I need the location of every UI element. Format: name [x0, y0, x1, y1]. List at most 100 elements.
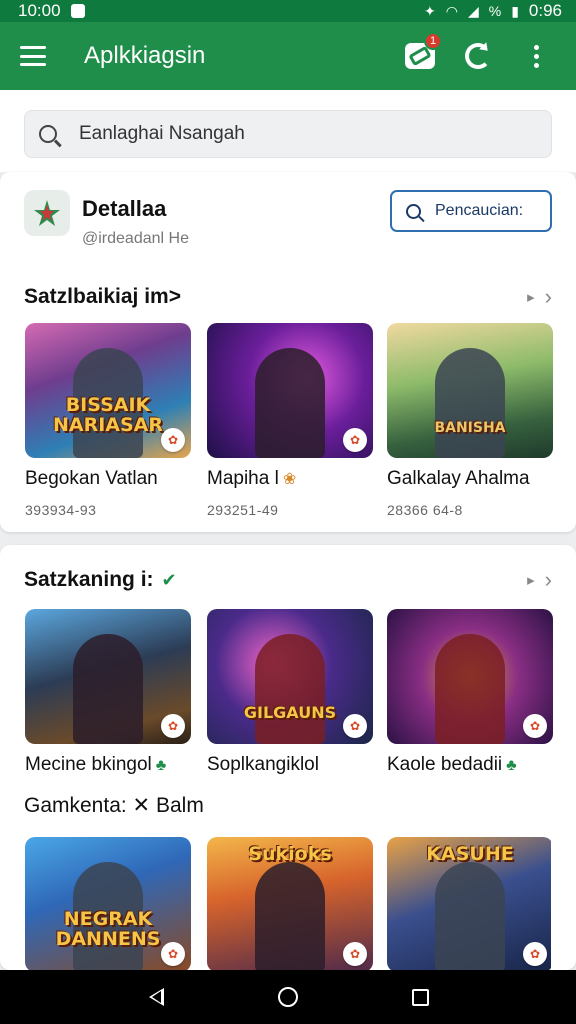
app-row: ✿ Mecine bkingol ♣ GILGAUNS ✿ Soplkangikl… — [25, 609, 553, 779]
app-tile[interactable]: NEGRAK DANNENS ✿ — [25, 837, 191, 972]
artwork-logo-text: NEGRAK DANNENS — [55, 908, 161, 951]
app-name-row: Mapiha l ❀ — [207, 468, 373, 490]
hero-figure — [73, 634, 143, 744]
status-bar: 10:00 ✦ ◠ ◢ % ▮ 0:96 — [0, 0, 576, 22]
hero-figure — [435, 634, 505, 744]
app-downloads: 28366 64-8 — [387, 502, 463, 518]
hero-figure — [255, 348, 325, 458]
app-artwork: NEGRAK DANNENS ✿ — [25, 837, 191, 972]
chevron-right-icon: › — [544, 567, 552, 592]
artwork-logo-text: BISSAIK NARIASAR — [52, 394, 164, 437]
app-downloads: 293251-49 — [207, 502, 279, 518]
app-name: Mecine bkingol — [25, 754, 152, 775]
status-left: 10:00 — [18, 1, 85, 21]
artwork-logo-text: BANISHA — [434, 420, 506, 437]
app-artwork: GILGAUNS ✿ — [207, 609, 373, 744]
app-tile[interactable]: ✿ Mapiha l ❀ 293251-49 — [207, 323, 373, 518]
section-title: Gamkenta: ✕ Balm — [24, 793, 204, 817]
app-name: Kaole bedadii — [387, 754, 503, 775]
app-mark-icon: ❀ — [282, 471, 297, 488]
app-corner-icon: ✿ — [343, 428, 367, 452]
app-tile[interactable]: ✿ Kaole bedadii ♣ — [387, 609, 553, 776]
wifi-icon: ◠ — [445, 2, 458, 19]
section-header: Satzlbaikiaj im> ▸ › — [24, 282, 552, 312]
app-artwork: BISSAIK NARIASAR ✿ — [25, 323, 191, 458]
recents-button[interactable] — [400, 977, 440, 1017]
section-title: Satzkaning i: — [24, 568, 154, 591]
artwork-logo-text: Sukioks — [248, 843, 332, 865]
more-label: ▸ — [527, 289, 535, 306]
app-name: Soplkangiklol — [207, 754, 319, 775]
app-mark-icon: ♣ — [155, 757, 167, 774]
games-card: Satzkaning i: ✔ ▸ › ✿ Mecine bkingol ♣ GI… — [0, 545, 576, 972]
app-row: BISSAIK NARIASAR ✿ Begokan Vatlan 393934… — [25, 323, 553, 518]
app-artwork: ✿ — [387, 609, 553, 744]
app-tile[interactable]: ✿ Mecine bkingol ♣ — [25, 609, 191, 776]
refresh-button[interactable] — [458, 36, 498, 76]
search-area — [0, 90, 576, 172]
battery-icon: ▮ — [511, 2, 519, 19]
app-artwork: Sukioks ✿ — [207, 837, 373, 972]
app-corner-icon: ✿ — [523, 714, 547, 738]
recents-icon — [411, 988, 429, 1006]
app-name: Galkalay Ahalma — [387, 468, 530, 489]
check-icon: ✔ — [161, 569, 177, 590]
app-corner-icon: ✿ — [161, 714, 185, 738]
status-right: ✦ ◠ ◢ % ▮ 0:96 — [424, 1, 562, 21]
section-more-button[interactable]: ▸ › — [527, 567, 552, 593]
app-artwork: BANISHA — [387, 323, 553, 458]
app-tile[interactable]: GILGAUNS ✿ Soplkangiklol — [207, 609, 373, 776]
app-corner-icon: ✿ — [523, 942, 547, 966]
app-title: Aplkkiagsin — [84, 42, 206, 69]
section-header: Satzkaning i: ✔ ▸ › — [24, 565, 552, 595]
app-bar: Aplkkiagsin 1 — [0, 22, 576, 90]
app-name: Begokan Vatlan — [25, 468, 158, 489]
search-icon — [406, 203, 421, 219]
home-button[interactable] — [268, 977, 308, 1017]
section-more-button[interactable]: ▸ › — [527, 284, 552, 310]
app-corner-icon: ✿ — [343, 714, 367, 738]
app-downloads: 393934-93 — [25, 502, 97, 518]
app-tile[interactable]: BISSAIK NARIASAR ✿ Begokan Vatlan 393934… — [25, 323, 191, 518]
home-icon — [278, 987, 298, 1007]
cart-button[interactable]: 1 — [400, 32, 442, 76]
bluetooth-icon: ✦ — [424, 2, 436, 19]
hero-figure — [435, 348, 505, 458]
artwork-logo-text: GILGAUNS — [243, 703, 337, 723]
developer-name: Detallaa — [82, 196, 167, 221]
artwork-logo-text: KASUHE — [426, 843, 514, 865]
app-corner-icon: ✿ — [161, 428, 185, 452]
system-nav-bar — [0, 970, 576, 1024]
notification-icon — [70, 4, 85, 18]
app-name-row: Mecine bkingol ♣ — [25, 754, 191, 776]
app-name: Mapiha l — [207, 468, 279, 489]
back-icon — [148, 988, 164, 1006]
search-input[interactable] — [79, 123, 519, 145]
section-header: Gamkenta: ✕ Balm — [24, 790, 552, 820]
signal-icon: ◢ — [467, 2, 479, 19]
developer-logo[interactable] — [24, 190, 70, 236]
overflow-menu-button[interactable] — [516, 36, 556, 76]
app-tile[interactable]: Sukioks ✿ — [207, 837, 373, 972]
developer-search-button[interactable]: Pencaucian: — [390, 190, 552, 232]
hero-figure — [255, 862, 325, 972]
notification-badge: 1 — [424, 32, 442, 50]
app-tile[interactable]: KASUHE ✿ — [387, 837, 551, 972]
app-artwork: ✿ — [25, 609, 191, 744]
search-bar[interactable] — [24, 110, 552, 158]
developer-handle: @irdeadanl He — [82, 230, 189, 247]
app-row: NEGRAK DANNENS ✿ Sukioks ✿ KASUHE ✿ — [25, 837, 551, 977]
search-icon — [39, 125, 57, 143]
menu-icon[interactable] — [20, 46, 46, 66]
status-time: 10:00 — [18, 1, 61, 20]
status-clock-right: 0:96 — [528, 1, 562, 20]
developer-header: Detallaa @irdeadanl He Pencaucian: — [24, 190, 552, 250]
app-artwork: ✿ — [207, 323, 373, 458]
developer-search-label: Pencaucian: — [435, 202, 524, 219]
battery-percent: % — [488, 3, 502, 19]
developer-card: Detallaa @irdeadanl He Pencaucian: Satzl… — [0, 172, 576, 532]
app-tile[interactable]: BANISHA Galkalay Ahalma 28366 64-8 — [387, 323, 553, 518]
app-artwork: KASUHE ✿ — [387, 837, 551, 972]
app-corner-icon: ✿ — [343, 942, 367, 966]
back-button[interactable] — [136, 977, 176, 1017]
